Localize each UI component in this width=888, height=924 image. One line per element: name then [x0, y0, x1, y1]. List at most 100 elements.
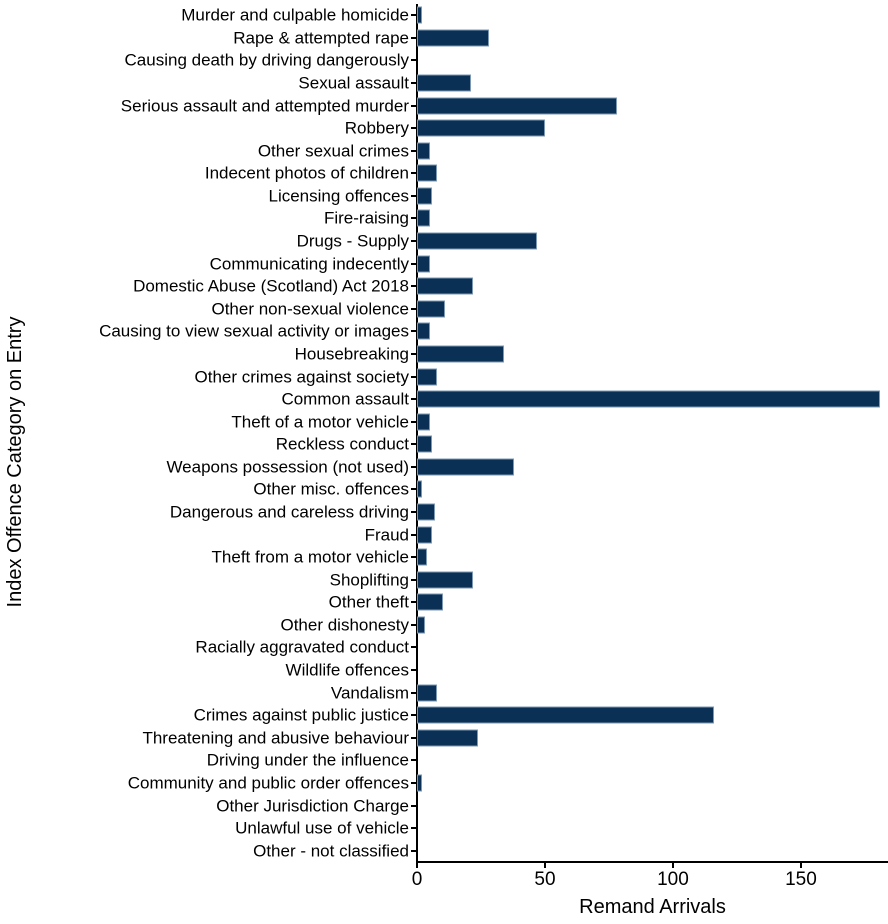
x-axis-tick-mark: [799, 861, 802, 868]
bar: [417, 368, 438, 386]
y-axis-tick-label: Reckless conduct: [275, 434, 409, 454]
bar: [417, 729, 479, 747]
chart-row: Drugs - Supply: [297, 230, 888, 253]
chart-row: Other sexual crimes: [258, 139, 888, 162]
bar: [417, 413, 430, 431]
y-axis-tick-label: Sexual assault: [298, 73, 409, 93]
y-axis-tick-label: Driving under the influence: [206, 750, 409, 770]
x-axis-tick-label: 0: [411, 869, 423, 890]
chart-row: Common assault: [281, 388, 888, 411]
bar: [417, 571, 474, 589]
y-axis-tick-label: Rape & attempted rape: [233, 28, 409, 48]
bar: [417, 119, 545, 137]
chart-row: Rape & attempted rape: [233, 27, 888, 50]
y-axis-title: Index Offence Category on Entry: [3, 316, 26, 608]
y-axis-tick-label: Robbery: [344, 118, 409, 138]
chart-row: Communicating indecently: [210, 252, 888, 275]
chart-row: Theft of a motor vehicle: [231, 410, 888, 433]
y-axis-tick-label: Serious assault and attempted murder: [120, 96, 409, 116]
y-axis-tick-label: Causing death by driving dangerously: [124, 50, 409, 70]
chart-row: Indecent photos of children: [205, 162, 888, 185]
bar: [417, 616, 425, 634]
chart-row: Housebreaking: [295, 343, 888, 366]
y-axis-tick-label: Other misc. offences: [253, 479, 409, 499]
y-axis-tick-label: Murder and culpable homicide: [181, 5, 409, 25]
bar: [417, 277, 474, 295]
bar: [417, 232, 538, 250]
chart-row: Serious assault and attempted murder: [121, 94, 888, 117]
bar: [417, 774, 423, 792]
x-axis-tick-label: 150: [785, 869, 817, 890]
y-axis-tick-label: Other sexual crimes: [257, 141, 409, 161]
chart-row: Other - not classified: [253, 839, 888, 862]
bar: [417, 300, 446, 318]
chart-row: Murder and culpable homicide: [181, 4, 888, 27]
bar: [417, 97, 617, 115]
x-axis-tick-mark: [671, 861, 674, 868]
y-axis-tick-label: Other Jurisdiction Charge: [216, 796, 409, 816]
y-axis-tick-label: Wildlife offences: [285, 660, 409, 680]
bar: [417, 458, 515, 476]
y-axis-tick-mark: [411, 827, 417, 830]
chart-row: Weapons possession (not used): [166, 456, 888, 479]
chart-row: Dangerous and careless driving: [170, 501, 888, 524]
bar: [417, 548, 428, 566]
bar: [417, 255, 430, 273]
chart-row: Causing death by driving dangerously: [125, 49, 888, 72]
bar: [417, 6, 423, 24]
y-axis-tick-label: Fire-raising: [323, 208, 409, 228]
bar: [417, 684, 438, 702]
y-axis-tick-label: Vandalism: [330, 683, 409, 703]
y-axis-tick-mark: [411, 804, 417, 807]
y-axis-tick-label: Theft of a motor vehicle: [231, 412, 409, 432]
bar: [417, 526, 433, 544]
chart-row: Other theft: [329, 591, 888, 614]
bar: [417, 435, 433, 453]
y-axis-tick-label: Shoplifting: [329, 570, 409, 590]
chart-row: Shoplifting: [330, 568, 888, 591]
chart-row: Other non-sexual violence: [211, 298, 888, 321]
bar: [417, 209, 430, 227]
y-axis-tick-label: Other dishonesty: [280, 615, 409, 635]
x-axis-title: Remand Arrivals: [579, 896, 726, 918]
chart-row: Crimes against public justice: [194, 704, 888, 727]
bar: [417, 322, 430, 340]
bar: [417, 345, 505, 363]
chart-row: Racially aggravated conduct: [195, 636, 888, 659]
chart-row: Other dishonesty: [280, 614, 888, 637]
y-axis-tick-label: Causing to view sexual activity or image…: [99, 321, 409, 341]
y-axis-tick-label: Common assault: [281, 389, 409, 409]
y-axis-tick-label: Indecent photos of children: [204, 163, 409, 183]
y-axis-tick-label: Community and public order offences: [127, 773, 409, 793]
y-axis-tick-label: Fraud: [364, 525, 409, 545]
x-axis-tick-label: 50: [534, 869, 556, 890]
chart-row: Vandalism: [331, 681, 888, 704]
y-axis-tick-label: Other - not classified: [253, 841, 409, 861]
chart-row: Causing to view sexual activity or image…: [99, 320, 888, 343]
bar: [417, 187, 433, 205]
chart-row: Licensing offences: [268, 185, 888, 208]
y-axis-tick-mark: [411, 646, 417, 649]
y-axis-tick-mark: [411, 59, 417, 62]
chart-row: Fraud: [365, 523, 888, 546]
chart-row: Threatening and abusive behaviour: [142, 727, 888, 750]
bar: [417, 390, 881, 408]
y-axis-tick-label: Threatening and abusive behaviour: [142, 728, 409, 748]
y-axis-tick-label: Drugs - Supply: [296, 231, 409, 251]
bar: [417, 74, 471, 92]
bar: [417, 706, 714, 724]
x-axis-tick-mark: [543, 861, 546, 868]
chart-row: Sexual assault: [298, 72, 888, 95]
y-axis-tick-label: Weapons possession (not used): [166, 457, 409, 477]
chart-row: Theft from a motor vehicle: [212, 546, 888, 569]
chart-row: Community and public order offences: [128, 772, 888, 795]
y-axis-tick-label: Licensing offences: [268, 186, 409, 206]
y-axis-tick-label: Theft from a motor vehicle: [211, 547, 409, 567]
chart-row: Fire-raising: [324, 207, 888, 230]
bar: [417, 593, 443, 611]
x-axis-tick-mark: [416, 861, 418, 868]
y-axis-tick-label: Unlawful use of vehicle: [235, 818, 409, 838]
y-axis-tick-label: Racially aggravated conduct: [195, 637, 409, 657]
y-axis-tick-label: Domestic Abuse (Scotland) Act 2018: [133, 276, 409, 296]
chart-row: Domestic Abuse (Scotland) Act 2018: [133, 275, 888, 298]
